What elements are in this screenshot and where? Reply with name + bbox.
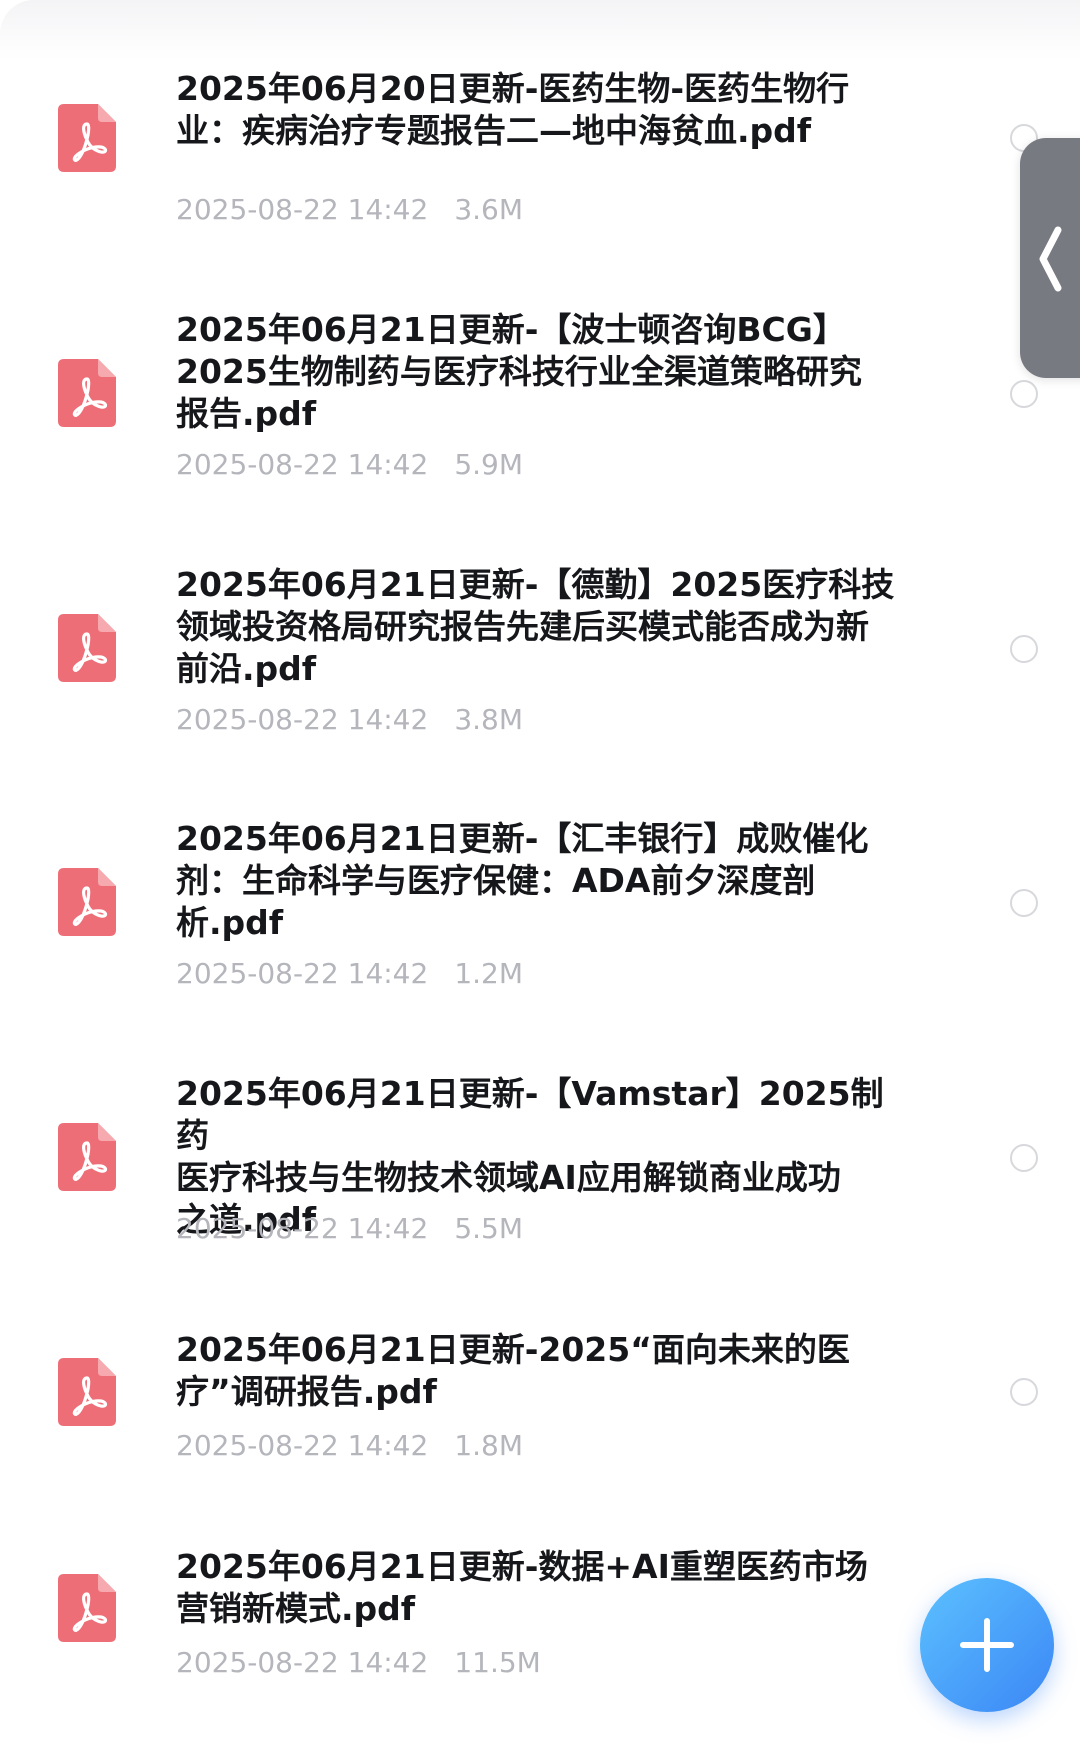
file-name: 2025年06月21日更新-数据+AI重塑医药市场 营销新模式.pdf — [176, 1546, 916, 1630]
file-size: 5.5M — [454, 1212, 524, 1245]
add-button[interactable] — [920, 1578, 1054, 1712]
pdf-file-icon — [58, 1123, 116, 1191]
file-date: 2025-08-22 14:42 — [176, 1212, 429, 1245]
select-radio[interactable] — [1010, 889, 1038, 917]
file-name-line: 业：疾病治疗专题报告二—地中海贫血.pdf — [176, 111, 812, 150]
file-name-line: 剂：生命科学与医疗保健：ADA前夕深度剖 — [176, 861, 816, 900]
pdf-file-icon — [58, 1574, 116, 1642]
file-size: 3.6M — [454, 193, 524, 226]
side-drawer-handle[interactable] — [1020, 138, 1080, 378]
file-size: 3.8M — [454, 703, 524, 736]
file-date: 2025-08-22 14:42 — [176, 1646, 429, 1679]
file-meta: 2025-08-22 14:42 5.9M — [176, 447, 523, 483]
file-name-line: 领域投资格局研究报告先建后买模式能否成为新 — [176, 607, 869, 646]
file-meta: 2025-08-22 14:42 11.5M — [176, 1645, 541, 1681]
file-date: 2025-08-22 14:42 — [176, 1429, 429, 1462]
file-name-line: 析.pdf — [176, 903, 284, 942]
file-date: 2025-08-22 14:42 — [176, 448, 429, 481]
file-meta: 2025-08-22 14:42 1.2M — [176, 956, 523, 992]
file-name: 2025年06月21日更新-2025“面向未来的医 疗”调研报告.pdf — [176, 1329, 916, 1413]
file-name-line: 营销新模式.pdf — [176, 1589, 416, 1628]
file-meta: 2025-08-22 14:42 1.8M — [176, 1428, 523, 1464]
chevron-left-icon — [1036, 226, 1064, 296]
file-name-line: 2025年06月21日更新-【波士顿咨询BCG】 — [176, 310, 846, 349]
select-radio[interactable] — [1010, 635, 1038, 663]
file-name-line: 2025年06月21日更新-数据+AI重塑医药市场 — [176, 1547, 868, 1586]
file-name: 2025年06月21日更新-【汇丰银行】成败催化 剂：生命科学与医疗保健：ADA… — [176, 818, 916, 944]
file-name: 2025年06月21日更新-【波士顿咨询BCG】 2025生物制药与医疗科技行业… — [176, 309, 916, 435]
file-list-screen: 2025年06月20日更新-医药生物-医药生物行 业：疾病治疗专题报告二—地中海… — [0, 0, 1080, 1751]
file-name-line: 2025年06月21日更新-【德勤】2025医疗科技 — [176, 565, 895, 604]
file-name: 2025年06月21日更新-【德勤】2025医疗科技 领域投资格局研究报告先建后… — [176, 564, 916, 690]
plus-icon — [960, 1618, 1014, 1672]
file-name-line: 2025年06月21日更新-【Vamstar】2025制药 — [176, 1074, 884, 1155]
pdf-file-icon — [58, 1358, 116, 1426]
file-date: 2025-08-22 14:42 — [176, 703, 429, 736]
file-name-line: 医疗科技与生物技术领域AI应用解锁商业成功 — [176, 1158, 841, 1197]
select-radio[interactable] — [1010, 1144, 1038, 1172]
file-size: 5.9M — [454, 448, 524, 481]
file-size: 1.2M — [454, 957, 524, 990]
file-name-line: 2025年06月20日更新-医药生物-医药生物行 — [176, 69, 850, 108]
file-name-line: 疗”调研报告.pdf — [176, 1372, 437, 1411]
pdf-file-icon — [58, 359, 116, 427]
file-name-line: 前沿.pdf — [176, 649, 317, 688]
file-meta: 2025-08-22 14:42 5.5M — [176, 1211, 523, 1247]
select-radio[interactable] — [1010, 1378, 1038, 1406]
file-date: 2025-08-22 14:42 — [176, 193, 429, 226]
pdf-file-icon — [58, 104, 116, 172]
file-name-line: 2025年06月21日更新-【汇丰银行】成败催化 — [176, 819, 869, 858]
file-size: 1.8M — [454, 1429, 524, 1462]
file-date: 2025-08-22 14:42 — [176, 957, 429, 990]
file-name-line: 2025年06月21日更新-2025“面向未来的医 — [176, 1330, 850, 1369]
file-name-line: 报告.pdf — [176, 394, 317, 433]
file-meta: 2025-08-22 14:42 3.6M — [176, 192, 523, 228]
pdf-file-icon — [58, 868, 116, 936]
pdf-file-icon — [58, 614, 116, 682]
file-size: 11.5M — [454, 1646, 541, 1679]
select-radio[interactable] — [1010, 380, 1038, 408]
file-name: 2025年06月20日更新-医药生物-医药生物行 业：疾病治疗专题报告二—地中海… — [176, 68, 916, 152]
file-name-line: 2025生物制药与医疗科技行业全渠道策略研究 — [176, 352, 862, 391]
file-meta: 2025-08-22 14:42 3.8M — [176, 702, 523, 738]
